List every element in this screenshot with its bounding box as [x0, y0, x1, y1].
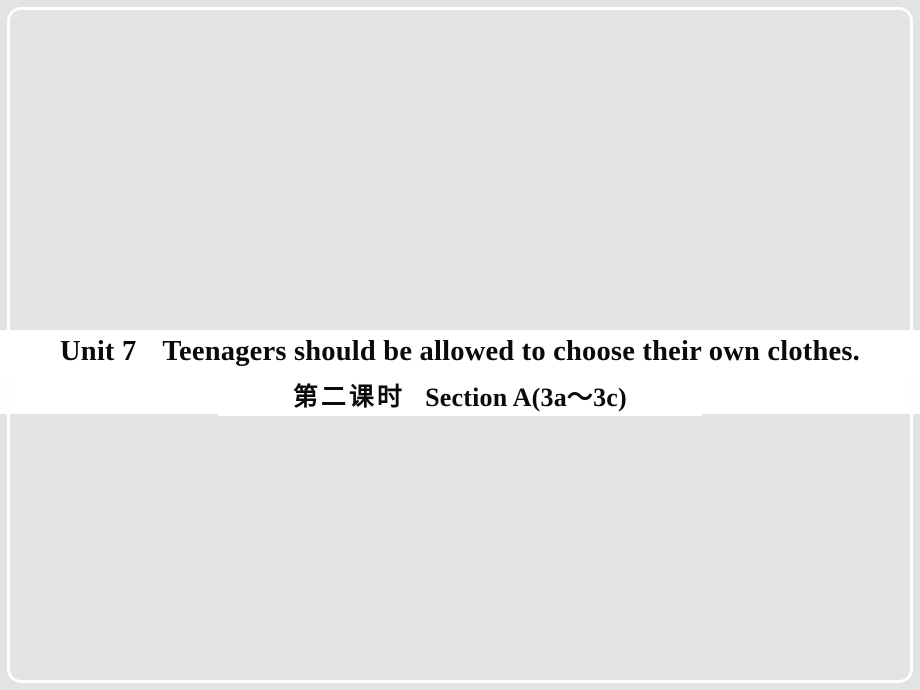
- unit-number-label: Unit 7: [59, 336, 137, 367]
- page-title-line-1: Unit 7 Teenagers should be allowed to ch…: [0, 330, 920, 374]
- slide-upper-background-panel: [0, 0, 920, 330]
- unit-heading-text: Teenagers should be allowed to choose th…: [162, 336, 860, 367]
- slide-lower-background-panel: [0, 414, 920, 690]
- page-title-line-2: 第二课时 Section A(3a～3c): [218, 374, 702, 416]
- section-range-label: Section A(3a～3c): [425, 382, 627, 412]
- lesson-period-label-chinese: 第二课时: [293, 382, 406, 411]
- presentation-slide: Unit 7 Teenagers should be allowed to ch…: [0, 0, 920, 690]
